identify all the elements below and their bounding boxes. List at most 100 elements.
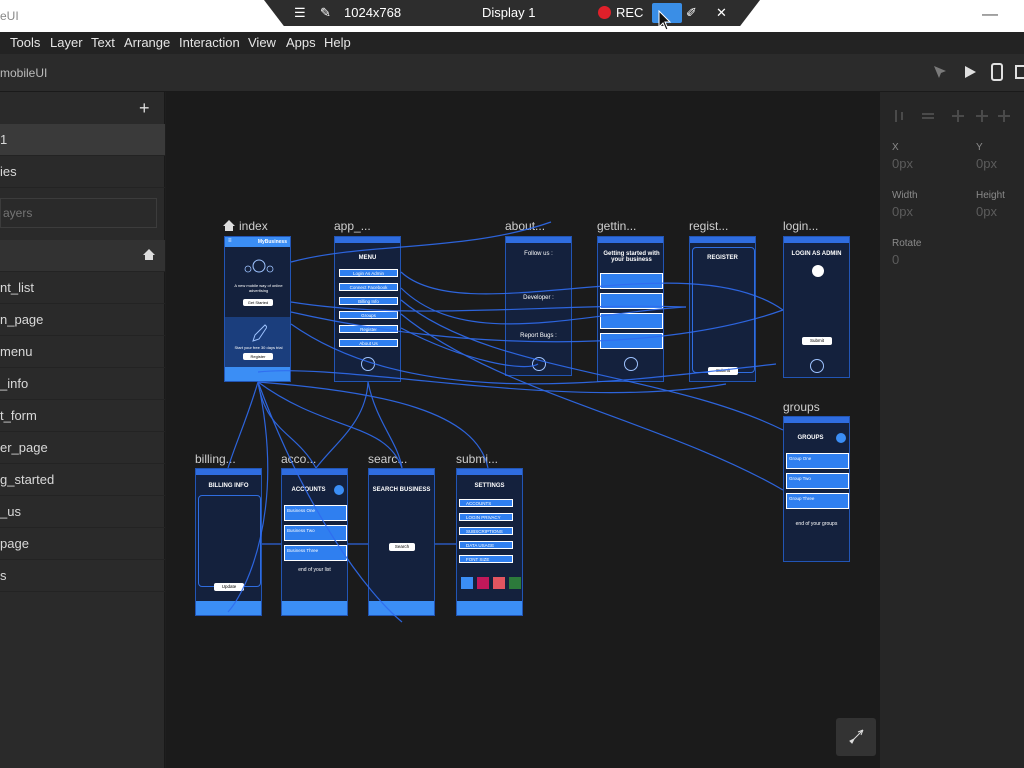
pointer-tool-icon[interactable] bbox=[932, 64, 948, 80]
menu-icon[interactable]: ☰ bbox=[294, 5, 306, 21]
play-icon[interactable] bbox=[962, 64, 978, 80]
height-value[interactable]: 0px bbox=[976, 204, 997, 219]
screen-billing[interactable]: BILLING INFO Update bbox=[195, 468, 262, 616]
rotate-value[interactable]: 0 bbox=[892, 252, 899, 267]
back-circle-icon[interactable] bbox=[810, 359, 824, 373]
screen-label-login[interactable]: login... bbox=[783, 219, 818, 233]
fullscreen-icon[interactable] bbox=[1014, 64, 1024, 80]
menu-view[interactable]: View bbox=[248, 35, 276, 50]
sidebar-item-page[interactable]: 1 bbox=[0, 124, 165, 156]
align-tools-icon[interactable] bbox=[892, 110, 1012, 122]
back-circle-icon[interactable] bbox=[532, 357, 546, 371]
group-item[interactable]: Group One bbox=[786, 453, 849, 469]
home-icon[interactable] bbox=[142, 248, 156, 261]
theme-swatch[interactable] bbox=[493, 577, 505, 589]
x-value[interactable]: 0px bbox=[892, 156, 913, 171]
sidebar-item-screen[interactable]: s bbox=[0, 560, 165, 592]
menu-connect-facebook-button[interactable]: Connect Facebook bbox=[339, 283, 398, 291]
plan-option[interactable] bbox=[600, 333, 663, 349]
width-value[interactable]: 0px bbox=[892, 204, 913, 219]
sidebar-item-screen[interactable]: _us bbox=[0, 496, 165, 528]
screen-label-search[interactable]: searc... bbox=[368, 452, 407, 466]
get-started-button[interactable]: Get Started bbox=[243, 299, 273, 306]
screen-register[interactable]: REGISTER Submit bbox=[689, 236, 756, 382]
theme-swatch[interactable] bbox=[461, 577, 473, 589]
screen-label-app[interactable]: app_... bbox=[334, 219, 371, 233]
close-icon[interactable]: ✕ bbox=[716, 5, 727, 21]
sidebar-item-screen[interactable]: n_page bbox=[0, 304, 165, 336]
sidebar-item-screen[interactable]: nt_list bbox=[0, 272, 165, 304]
sidebar-item-screen[interactable]: t_form bbox=[0, 400, 165, 432]
theme-swatch[interactable] bbox=[477, 577, 489, 589]
search-button[interactable]: Search bbox=[389, 543, 415, 551]
plan-option[interactable] bbox=[600, 313, 663, 329]
plan-option[interactable] bbox=[600, 293, 663, 309]
menu-apps[interactable]: Apps bbox=[286, 35, 316, 50]
screen-index[interactable]: ≡ MyBusiness A new mobile way of online … bbox=[224, 236, 291, 382]
screen-app-menu[interactable]: MENU Login As Admin Connect Facebook Bil… bbox=[334, 236, 401, 382]
hamburger-icon[interactable]: ≡ bbox=[228, 238, 232, 244]
group-item[interactable]: Group Two bbox=[786, 473, 849, 489]
device-preview-icon[interactable] bbox=[990, 63, 1004, 81]
account-item[interactable]: Business Three bbox=[284, 545, 347, 561]
menu-help[interactable]: Help bbox=[324, 35, 351, 50]
menu-billing-info-button[interactable]: Billing Info bbox=[339, 297, 398, 305]
rec-button[interactable]: REC bbox=[616, 5, 643, 20]
back-circle-icon[interactable] bbox=[624, 357, 638, 371]
screen-label-accounts[interactable]: acco... bbox=[281, 452, 316, 466]
settings-accounts-row[interactable]: ACCOUNTS bbox=[459, 499, 513, 507]
screen-settings[interactable]: SETTINGS ACCOUNTS LOGIN PRIVACY SUBSCRIP… bbox=[456, 468, 523, 616]
pen-icon[interactable]: ✐ bbox=[686, 5, 697, 21]
register-submit-button[interactable]: Submit bbox=[708, 367, 738, 375]
register-button[interactable]: Register bbox=[243, 353, 273, 360]
screen-accounts[interactable]: ACCOUNTS Business One Business Two Busin… bbox=[281, 468, 348, 616]
screen-label-register[interactable]: regist... bbox=[689, 219, 728, 233]
account-item[interactable]: Business One bbox=[284, 505, 347, 521]
minimize-button[interactable]: — bbox=[982, 6, 998, 24]
account-item[interactable]: Business Two bbox=[284, 525, 347, 541]
design-canvas[interactable]: index app_... about... gettin... regist.… bbox=[166, 92, 880, 768]
sidebar-item-screen[interactable]: page bbox=[0, 528, 165, 560]
settings-font-size-row[interactable]: FONT SIZE bbox=[459, 555, 513, 563]
menu-about-us-button[interactable]: About Us bbox=[339, 339, 398, 347]
settings-subscriptions-row[interactable]: SUBSCRIPTIONS bbox=[459, 527, 513, 535]
add-screen-button[interactable]: + bbox=[139, 98, 150, 119]
menu-groups-button[interactable]: Groups bbox=[339, 311, 398, 319]
menu-text[interactable]: Text bbox=[91, 35, 115, 50]
search-layers-input[interactable] bbox=[0, 198, 157, 228]
back-circle-icon[interactable] bbox=[361, 357, 375, 371]
screen-groups[interactable]: GROUPS Group One Group Two Group Three e… bbox=[783, 416, 850, 562]
group-item[interactable]: Group Three bbox=[786, 493, 849, 509]
plan-option[interactable] bbox=[600, 273, 663, 289]
pin-icon[interactable]: ✎ bbox=[320, 5, 331, 21]
menu-login-admin-button[interactable]: Login As Admin bbox=[339, 269, 398, 277]
screen-label-groups[interactable]: groups bbox=[783, 400, 820, 414]
menu-layer[interactable]: Layer bbox=[50, 35, 83, 50]
login-submit-button[interactable]: Submit bbox=[802, 337, 832, 345]
add-account-icon[interactable] bbox=[334, 485, 344, 495]
screen-label-about[interactable]: about... bbox=[505, 219, 545, 233]
menu-tools[interactable]: Tools bbox=[10, 35, 40, 50]
sidebar-item-categories[interactable]: ies bbox=[0, 156, 165, 188]
billing-update-button[interactable]: Update bbox=[214, 583, 244, 591]
screen-label-getting[interactable]: gettin... bbox=[597, 219, 636, 233]
screen-search[interactable]: SEARCH BUSINESS Search bbox=[368, 468, 435, 616]
screen-login-admin[interactable]: LOGIN AS ADMIN Submit bbox=[783, 236, 850, 378]
screen-about[interactable]: Follow us : Developer : Report Bugs : bbox=[505, 236, 572, 376]
screen-getting-started[interactable]: Getting started with your business bbox=[597, 236, 664, 382]
sidebar-item-screen[interactable]: menu bbox=[0, 336, 165, 368]
add-group-icon[interactable] bbox=[836, 433, 846, 443]
sidebar-item-screen[interactable]: er_page bbox=[0, 432, 165, 464]
screen-label-index[interactable]: index bbox=[239, 219, 268, 233]
theme-swatch[interactable] bbox=[509, 577, 521, 589]
sidebar-item-screen[interactable]: _info bbox=[0, 368, 165, 400]
y-value[interactable]: 0px bbox=[976, 156, 997, 171]
menu-interaction[interactable]: Interaction bbox=[179, 35, 240, 50]
sidebar-item-screen[interactable]: g_started bbox=[0, 464, 165, 496]
screen-label-billing[interactable]: billing... bbox=[195, 452, 236, 466]
menu-arrange[interactable]: Arrange bbox=[124, 35, 170, 50]
screen-label-settings[interactable]: submi... bbox=[456, 452, 498, 466]
settings-data-usage-row[interactable]: DATA USAGE bbox=[459, 541, 513, 549]
settings-login-privacy-row[interactable]: LOGIN PRIVACY bbox=[459, 513, 513, 521]
launch-button[interactable] bbox=[836, 718, 876, 756]
